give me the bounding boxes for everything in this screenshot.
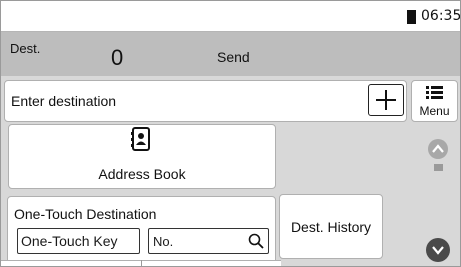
row-divider (141, 260, 142, 266)
send-screen: 06:35 Dest. 0 Send Enter destination Men… (0, 0, 461, 267)
menu-button[interactable]: Menu (411, 80, 458, 122)
destination-history-label: Dest. History (290, 219, 372, 235)
dest-label: Dest. (10, 41, 41, 56)
battery-icon (407, 10, 416, 24)
destination-input[interactable]: Enter destination (4, 80, 407, 122)
send-label: Send (217, 49, 250, 65)
add-destination-button[interactable] (368, 84, 404, 116)
one-touch-key-button[interactable]: One-Touch Key (17, 228, 140, 254)
one-touch-title: One-Touch Destination (14, 206, 157, 222)
one-touch-number-search[interactable]: No. (148, 228, 269, 254)
scroll-down-button[interactable] (426, 238, 450, 262)
scroll-position-indicator (434, 164, 443, 171)
menu-label: Menu (419, 104, 450, 118)
address-book-icon (131, 127, 150, 151)
status-bar: 06:35 (1, 1, 460, 32)
dest-count: 0 (111, 45, 124, 70)
chevron-down-icon (432, 246, 444, 255)
destination-history-button[interactable]: Dest. History (279, 194, 383, 259)
one-touch-number-label: No. (153, 234, 174, 249)
clock: 06:35 (421, 8, 461, 24)
address-book-button[interactable]: Address Book (8, 124, 276, 189)
one-touch-destination-panel: One-Touch Destination One-Touch Key No. (7, 196, 276, 266)
scroll-up-button[interactable] (428, 139, 448, 159)
plus-icon (376, 90, 396, 110)
list-icon (426, 86, 443, 99)
destination-input-placeholder: Enter destination (11, 93, 117, 109)
search-icon (248, 233, 264, 249)
chevron-up-icon (432, 144, 444, 153)
destination-summary-bar: Dest. 0 Send (1, 32, 460, 76)
address-book-label: Address Book (98, 166, 186, 182)
